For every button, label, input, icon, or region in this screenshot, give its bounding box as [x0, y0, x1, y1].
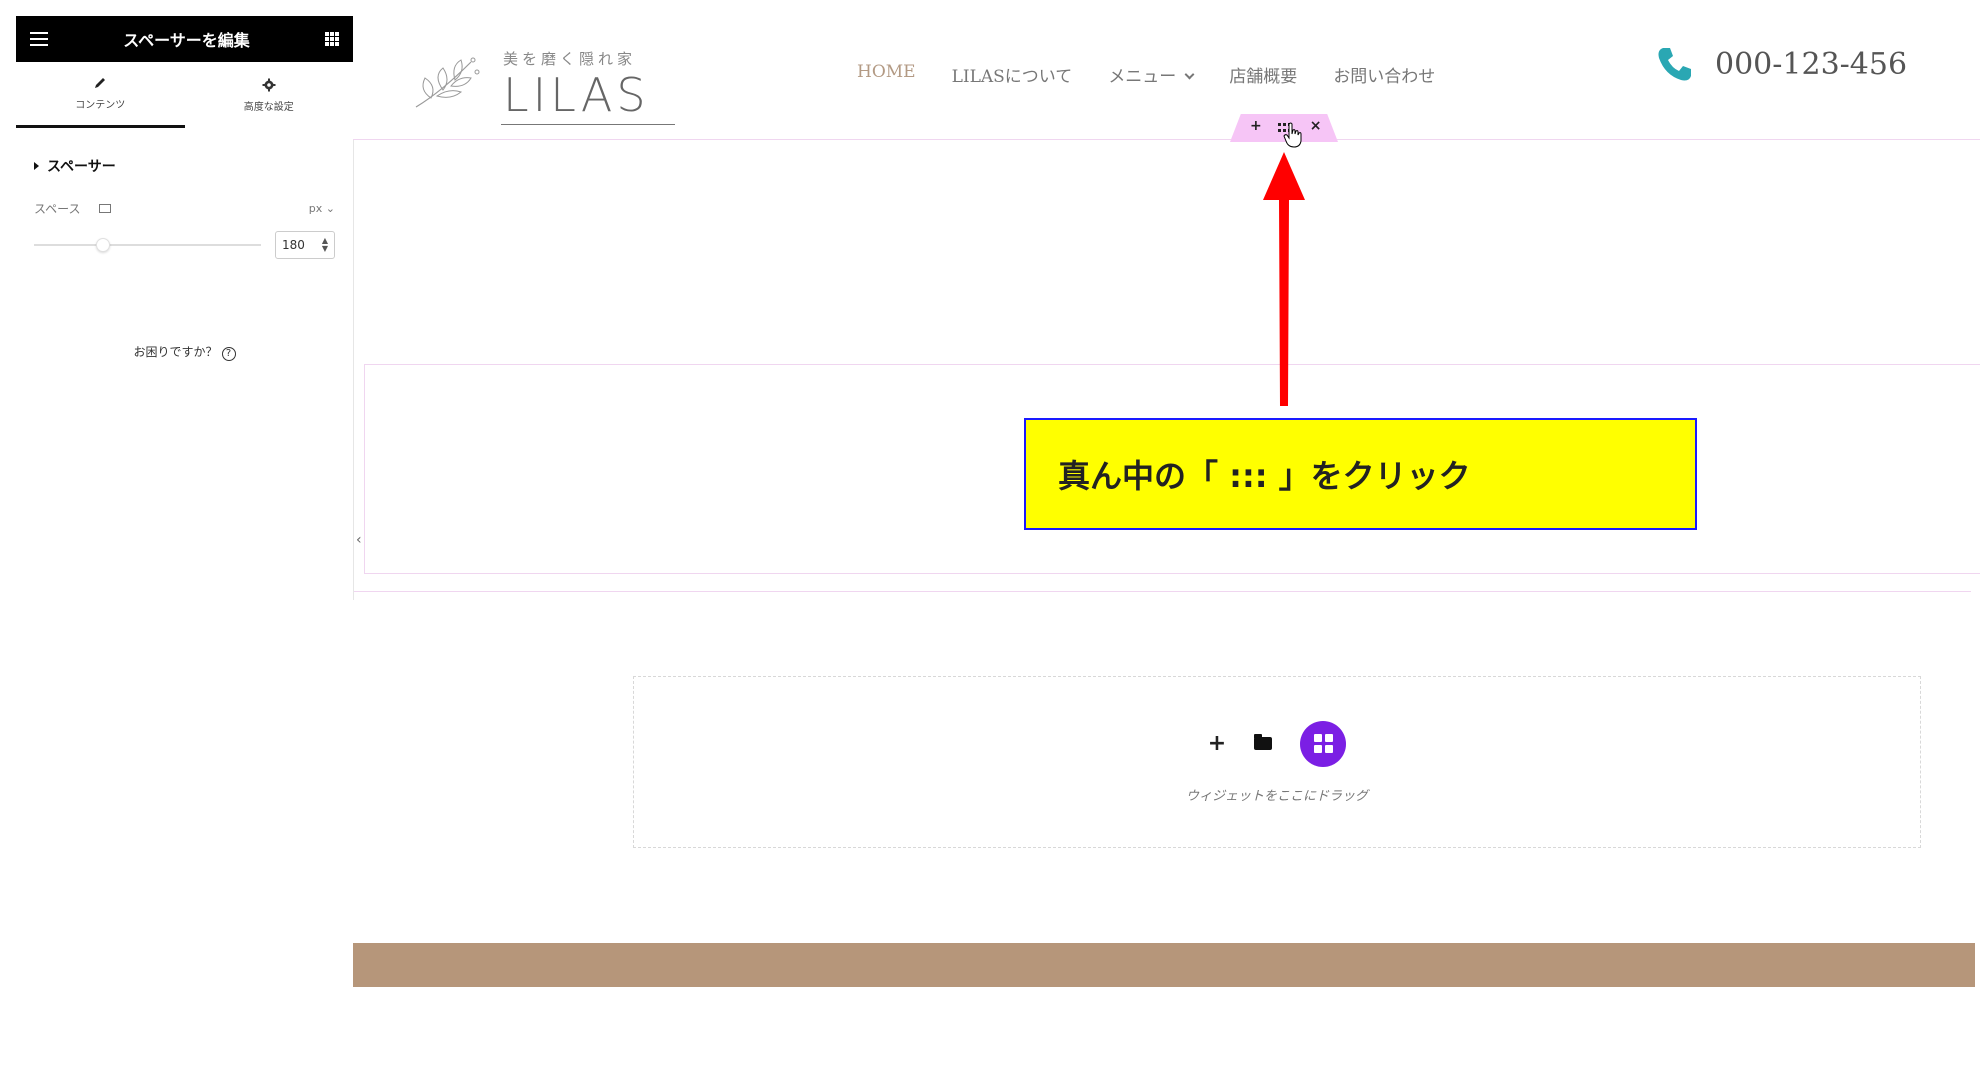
phone-number: 000-123-456	[1715, 46, 1908, 82]
section-toggle[interactable]: スペーサー	[34, 156, 353, 176]
panel-tabs: コンテンツ 高度な設定	[16, 62, 353, 128]
dropzone-actions: +	[1208, 720, 1347, 767]
instruction-callout: 真ん中の「 ::: 」をクリック	[1024, 418, 1697, 530]
space-slider[interactable]	[34, 238, 261, 252]
nav-home[interactable]: HOME	[857, 62, 916, 87]
unit-select[interactable]: px ⌄	[309, 202, 335, 215]
collapse-panel-icon[interactable]: ‹	[356, 532, 362, 548]
unit-value: px	[308, 202, 323, 215]
slider-row: 180 ▲ ▼	[34, 231, 335, 259]
caret-right-icon	[34, 162, 39, 170]
section-title: スペーサー	[47, 159, 116, 175]
chevron-down-icon	[1184, 69, 1195, 80]
pointer-hand-icon	[1283, 122, 1302, 148]
tab-content-label: コンテンツ	[75, 100, 126, 111]
leaf-logo-icon	[415, 57, 480, 108]
panel-title: スペーサーを編集	[123, 31, 250, 50]
annotation-arrow	[1263, 152, 1305, 406]
space-label: スペース	[34, 202, 81, 216]
space-control-row: スペース px ⌄	[34, 200, 335, 217]
tab-advanced[interactable]: 高度な設定	[185, 62, 354, 128]
nav-about[interactable]: LILASについて	[952, 62, 1073, 87]
panel-header: スペーサーを編集	[16, 16, 353, 62]
template-library-icon[interactable]	[1254, 734, 1273, 750]
widget-dropzone[interactable]: + ウィジェットをここにドラッグ	[633, 676, 1921, 848]
preview-canvas: 美を磨く隠れ家 LILAS HOME LILASについて メニュー 店舗概要 お…	[353, 16, 1980, 1080]
logo-underline	[501, 124, 675, 125]
logo-tagline: 美を磨く隠れ家	[503, 50, 637, 68]
spacer-bottom-border	[354, 582, 1971, 592]
apps-grid-icon[interactable]	[325, 32, 339, 46]
nav-store-info[interactable]: 店舗概要	[1229, 62, 1297, 87]
spacer-handle: + ×	[1230, 114, 1338, 148]
spinner-icon[interactable]: ▲ ▼	[322, 237, 328, 253]
space-value: 180	[282, 238, 305, 252]
slider-handle[interactable]	[96, 238, 110, 252]
add-widget-button[interactable]: +	[1208, 731, 1226, 756]
site-logo[interactable]: 美を磨く隠れ家 LILAS	[411, 30, 675, 125]
site-header: 美を磨く隠れ家 LILAS HOME LILASについて メニュー 店舗概要 お…	[353, 16, 1980, 140]
phone-icon	[1658, 48, 1691, 81]
help-text: お困りですか？	[133, 345, 218, 359]
desktop-icon[interactable]	[98, 204, 111, 213]
footer-bar	[353, 943, 1975, 987]
help-link[interactable]: お困りですか？?	[16, 343, 353, 361]
editor-panel: スペーサーを編集 コンテンツ 高度な設定 スペーサー スペース px ⌄ 180…	[16, 16, 353, 1016]
gear-icon	[262, 78, 276, 91]
tab-content[interactable]: コンテンツ	[16, 62, 185, 128]
logo-brand: LILAS	[503, 68, 650, 122]
phone-link[interactable]: 000-123-456	[1655, 44, 1907, 84]
tab-advanced-label: 高度な設定	[243, 101, 294, 113]
nav-menu[interactable]: メニュー	[1108, 62, 1195, 87]
elements-kit-icon[interactable]	[1300, 720, 1347, 767]
main-nav: HOME LILASについて メニュー 店舗概要 お問い合わせ	[857, 62, 1435, 87]
dropzone-label: ウィジェットをここにドラッグ	[1185, 788, 1368, 804]
question-icon: ?	[221, 347, 236, 361]
space-number-input[interactable]: 180 ▲ ▼	[275, 231, 335, 259]
menu-icon[interactable]	[30, 32, 48, 46]
nav-menu-label: メニュー	[1108, 67, 1177, 87]
callout-text: 真ん中の「 ::: 」をクリック	[1058, 457, 1471, 495]
screen: スペーサーを編集 コンテンツ 高度な設定 スペーサー スペース px ⌄ 180…	[0, 0, 1980, 1080]
nav-contact[interactable]: お問い合わせ	[1333, 62, 1435, 87]
add-section-button[interactable]: +	[1250, 118, 1262, 134]
spacer-widget[interactable]: ‹	[353, 140, 1980, 600]
pencil-icon	[95, 78, 106, 88]
delete-section-button[interactable]: ×	[1310, 118, 1322, 134]
